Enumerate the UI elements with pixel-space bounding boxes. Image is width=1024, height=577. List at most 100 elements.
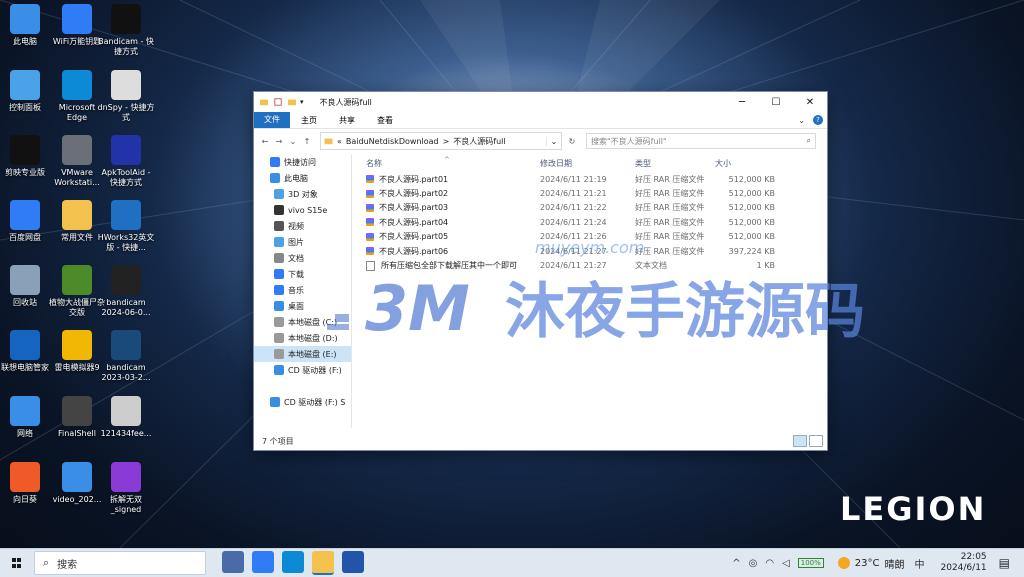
- wifi-status-icon[interactable]: ◠: [765, 558, 774, 569]
- desktop-icon[interactable]: 拆解无双_signed: [97, 462, 155, 515]
- sidebar-item-icon: [274, 301, 284, 311]
- breadcrumb-separator[interactable]: >: [443, 137, 450, 146]
- desktop-icon[interactable]: ApkToolAid - 快捷方式: [97, 135, 155, 188]
- address-dropdown[interactable]: ⌄: [546, 136, 561, 146]
- sidebar-item[interactable]: vivo S15e: [254, 202, 351, 218]
- tray-app-icon[interactable]: ◎: [749, 558, 758, 569]
- column-date[interactable]: 修改日期: [540, 158, 635, 169]
- desktop-icon[interactable]: 百度网盘: [0, 200, 54, 243]
- column-name[interactable]: 名称: [362, 158, 540, 169]
- sidebar-item[interactable]: 音乐: [254, 282, 351, 298]
- help-icon[interactable]: ?: [813, 115, 823, 125]
- column-size[interactable]: 大小: [715, 158, 775, 169]
- tab-home[interactable]: 主页: [290, 115, 328, 126]
- file-name-cell: 不良人源码.part05: [362, 231, 540, 242]
- maximize-button[interactable]: ☐: [759, 97, 793, 108]
- details-view-button[interactable]: [793, 435, 807, 447]
- title-bar[interactable]: ▾ 不良人源码full ─ ☐ ✕: [254, 92, 827, 112]
- desktop-icon[interactable]: 联想电脑管家: [0, 330, 54, 373]
- taskbar-search[interactable]: ⌕ 搜索: [34, 551, 206, 575]
- language-indicator[interactable]: 中: [915, 556, 925, 571]
- volume-icon[interactable]: ◁: [782, 558, 790, 569]
- desktop-icon[interactable]: 121434fee...: [97, 396, 155, 439]
- file-row[interactable]: 不良人源码.part04 2024/6/11 21:24 好压 RAR 压缩文件 51…: [362, 215, 824, 229]
- start-button[interactable]: [12, 558, 22, 568]
- sidebar-item[interactable]: 本地磁盘 (C:): [254, 314, 351, 330]
- desktop-icon[interactable]: bandicam 2024-06-0...: [97, 265, 155, 318]
- close-button[interactable]: ✕: [793, 97, 827, 108]
- sidebar-item[interactable]: 本地磁盘 (E:): [254, 346, 351, 362]
- sidebar-item[interactable]: 本地磁盘 (D:): [254, 330, 351, 346]
- sidebar-item[interactable]: 快捷访问: [254, 154, 351, 170]
- watch-icon[interactable]: [222, 551, 244, 573]
- tab-share[interactable]: 共享: [328, 115, 366, 126]
- file-row[interactable]: 不良人源码.part03 2024/6/11 21:22 好压 RAR 压缩文件 51…: [362, 201, 824, 215]
- desktop-icon[interactable]: Bandicam - 快捷方式: [97, 4, 155, 57]
- sidebar-item[interactable]: 3D 对象: [254, 186, 351, 202]
- sidebar-item[interactable]: CD 驱动器 (F:): [254, 362, 351, 378]
- new-folder-icon[interactable]: [288, 98, 296, 106]
- address-bar[interactable]: « BaiduNetdiskDownload > 不良人源码full ⌄: [320, 132, 562, 150]
- column-type[interactable]: 类型: [635, 158, 715, 169]
- desktop-icon[interactable]: 此电脑: [0, 4, 54, 47]
- desktop-icon[interactable]: bandicam 2023-03-2...: [97, 330, 155, 383]
- sidebar-item[interactable]: 视频: [254, 218, 351, 234]
- desktop-icon[interactable]: 控制面板: [0, 70, 54, 113]
- recent-locations-button[interactable]: ⌄: [286, 137, 300, 146]
- desktop-icon[interactable]: 网络: [0, 396, 54, 439]
- address-prefix[interactable]: «: [337, 137, 342, 146]
- desktop-icon[interactable]: HWorks32英文版 - 快捷...: [97, 200, 155, 253]
- sidebar-item[interactable]: 网络: [254, 426, 351, 428]
- breadcrumb-current[interactable]: 不良人源码full: [453, 136, 505, 147]
- notification-icon[interactable]: ▤: [999, 556, 1010, 570]
- desktop-icon-label: ApkToolAid - 快捷方式: [101, 168, 151, 187]
- battery-indicator[interactable]: 100%: [797, 558, 824, 568]
- navigation-pane[interactable]: 快捷访问 此电脑 3D 对象 vivo S15e 视频 图片 文档 下载 音乐 桌面 本地磁盘 (C…: [254, 154, 352, 428]
- rar-archive-icon: [366, 218, 374, 227]
- tab-view[interactable]: 查看: [366, 115, 404, 126]
- minimize-button[interactable]: ─: [725, 97, 759, 108]
- file-row[interactable]: 所有压缩包全部下载解压其中一个即可 2024/6/11 21:27 文本文档 1 KB: [362, 258, 824, 272]
- sidebar-item[interactable]: 桌面: [254, 298, 351, 314]
- file-type: 好压 RAR 压缩文件: [635, 189, 705, 199]
- sidebar-item[interactable]: 图片: [254, 234, 351, 250]
- desktop-icon[interactable]: 剪映专业版: [0, 135, 54, 178]
- file-row[interactable]: 不良人源码.part01 2024/6/11 21:19 好压 RAR 压缩文件 51…: [362, 172, 824, 186]
- up-button[interactable]: ↑: [300, 137, 314, 146]
- quick-access-dropdown[interactable]: ▾: [300, 98, 304, 106]
- baidu-netdisk-icon[interactable]: [252, 551, 274, 573]
- refresh-button[interactable]: ↻: [564, 137, 580, 146]
- desktop-icon[interactable]: dnSpy - 快捷方式: [97, 70, 155, 123]
- clock[interactable]: 22:05 2024/6/11: [941, 552, 987, 574]
- large-icons-view-button[interactable]: [809, 435, 823, 447]
- hworks-icon: [111, 200, 141, 230]
- sidebar-item-icon: [274, 269, 284, 279]
- sidebar-item-icon: [270, 173, 280, 183]
- sidebar-item[interactable]: 下载: [254, 266, 351, 282]
- search-input[interactable]: 搜索"不良人源码full" ⌕: [586, 133, 816, 149]
- sidebar-item[interactable]: 文档: [254, 250, 351, 266]
- back-button[interactable]: ←: [258, 137, 272, 146]
- app-icon[interactable]: [342, 551, 364, 573]
- file-name: 不良人源码.part02: [379, 189, 449, 199]
- desktop-icon[interactable]: 回收站: [0, 265, 54, 308]
- sidebar-item-icon: [274, 349, 284, 359]
- sidebar-item[interactable]: 此电脑: [254, 170, 351, 186]
- properties-icon[interactable]: [274, 98, 282, 106]
- file-list[interactable]: ^ 名称 修改日期 类型 大小 不良人源码.part01 2024/6/11 21…: [362, 154, 824, 428]
- file-explorer-window[interactable]: ▾ 不良人源码full ─ ☐ ✕ 文件 主页 共享 查看 ⌄ ? ← → ⌄ …: [253, 91, 828, 451]
- file-explorer-icon[interactable]: [312, 551, 334, 575]
- forward-button[interactable]: →: [272, 137, 286, 146]
- search-placeholder: 搜索"不良人源码full": [591, 136, 667, 146]
- file-row[interactable]: 不良人源码.part02 2024/6/11 21:21 好压 RAR 压缩文件 51…: [362, 186, 824, 200]
- tab-file[interactable]: 文件: [254, 112, 290, 128]
- show-hidden-icons[interactable]: ^: [732, 558, 740, 569]
- desktop-icon[interactable]: 向日葵: [0, 462, 54, 505]
- weather-widget[interactable]: 23°C 晴朗: [837, 556, 905, 571]
- edge-icon[interactable]: [282, 551, 304, 573]
- network-icon: [10, 396, 40, 426]
- expand-ribbon-icon[interactable]: ⌄: [798, 116, 805, 125]
- breadcrumb-baidunetdiskdownload[interactable]: BaiduNetdiskDownload: [346, 137, 439, 146]
- desktop-icon-label: 百度网盘: [9, 233, 41, 242]
- sidebar-item[interactable]: CD 驱动器 (F:) S: [254, 394, 351, 410]
